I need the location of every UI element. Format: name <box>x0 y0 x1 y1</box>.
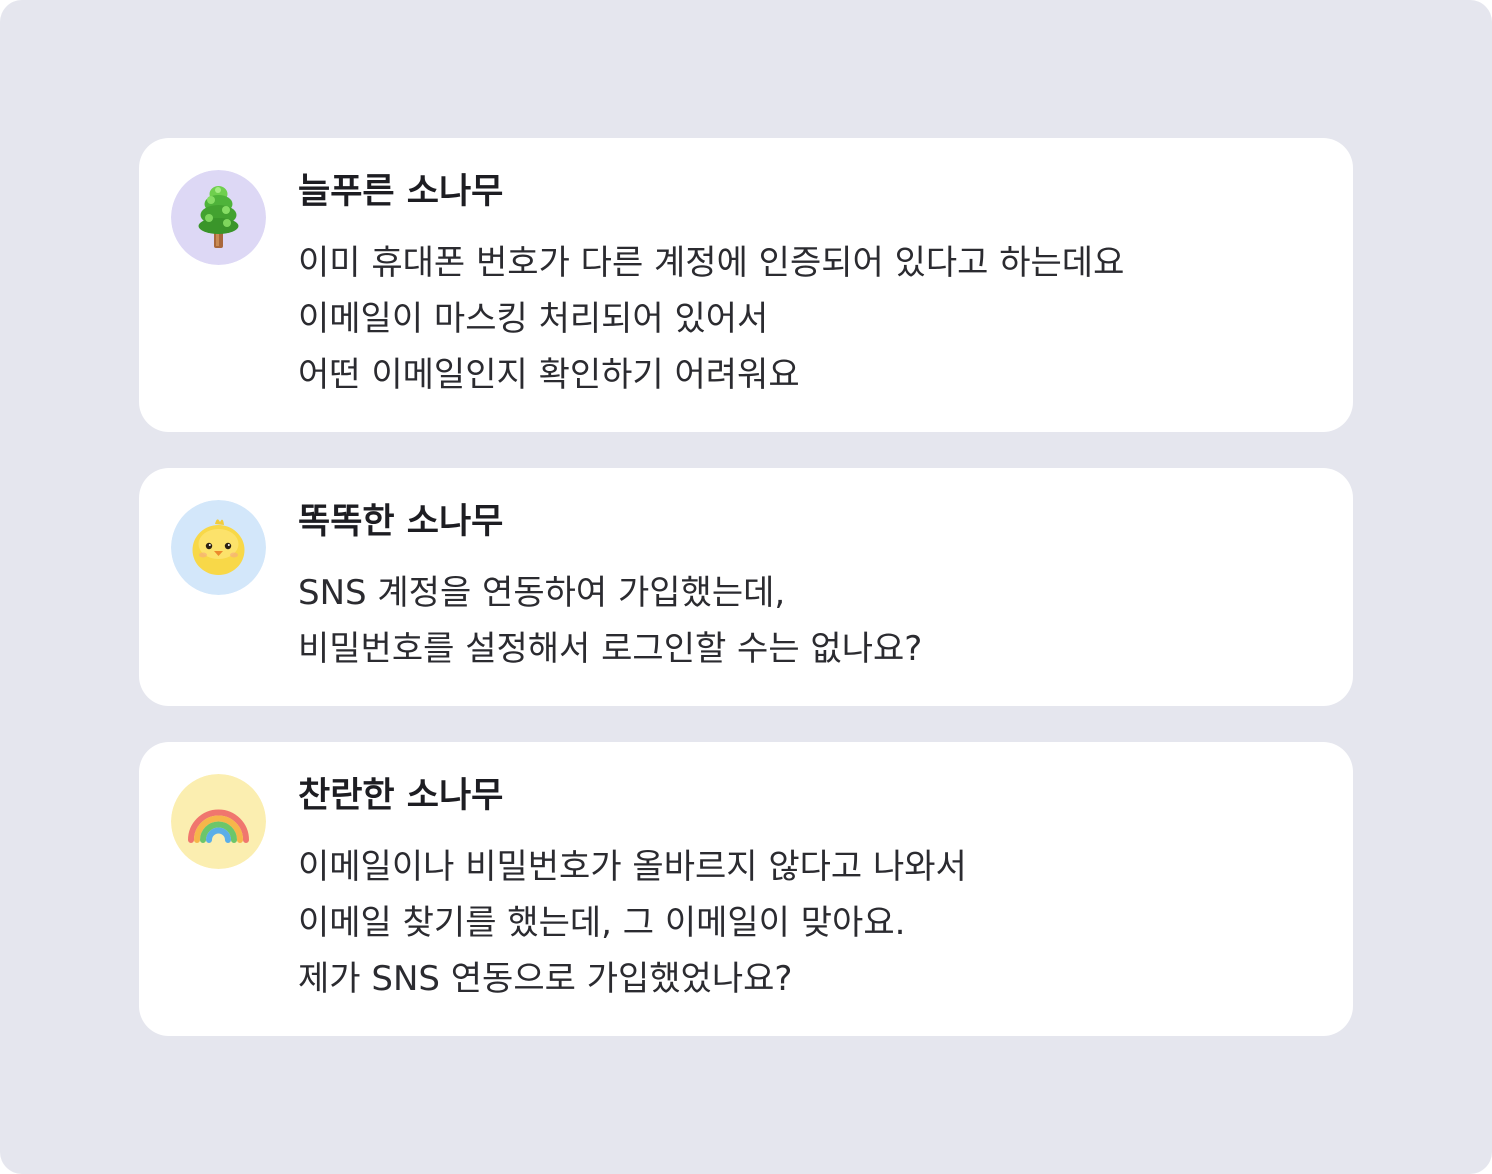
comment-list-panel: 늘푸른 소나무 이미 휴대폰 번호가 다른 계정에 인증되어 있다고 하는데요 … <box>0 0 1492 1174</box>
author-name: 늘푸른 소나무 <box>298 172 504 212</box>
comment-card: 늘푸른 소나무 이미 휴대폰 번호가 다른 계정에 인증되어 있다고 하는데요 … <box>139 138 1353 432</box>
comment-line: 이미 휴대폰 번호가 다른 계정에 인증되어 있다고 하는데요 <box>298 243 1125 283</box>
comment-card: 찬란한 소나무 이메일이나 비밀번호가 올바르지 않다고 나와서 이메일 찾기를… <box>139 742 1353 1036</box>
rainbow-icon <box>171 774 266 869</box>
comment-text: 이메일이나 비밀번호가 올바르지 않다고 나와서 이메일 찾기를 했는데, 그 … <box>298 839 967 1007</box>
comment-line: 제가 SNS 연동으로 가입했었나요? <box>298 959 793 999</box>
comment-line: 이메일이 마스킹 처리되어 있어서 <box>298 299 769 339</box>
author-name: 똑똑한 소나무 <box>298 502 504 542</box>
comment-card: 똑똑한 소나무 SNS 계정을 연동하여 가입했는데, 비밀번호를 설정해서 로… <box>139 468 1353 706</box>
author-name: 찬란한 소나무 <box>298 776 504 816</box>
pine-tree-icon <box>171 170 266 265</box>
comment-line: 어떤 이메일인지 확인하기 어려워요 <box>298 355 800 395</box>
avatar <box>171 500 266 595</box>
comment-line: 이메일 찾기를 했는데, 그 이메일이 맞아요. <box>298 903 906 943</box>
comment-text: SNS 계정을 연동하여 가입했는데, 비밀번호를 설정해서 로그인할 수는 없… <box>298 565 922 677</box>
comment-line: 이메일이나 비밀번호가 올바르지 않다고 나와서 <box>298 847 967 887</box>
comment-text: 이미 휴대폰 번호가 다른 계정에 인증되어 있다고 하는데요 이메일이 마스킹… <box>298 235 1124 403</box>
comment-line: 비밀번호를 설정해서 로그인할 수는 없나요? <box>298 629 923 669</box>
avatar <box>171 774 266 869</box>
comment-line: SNS 계정을 연동하여 가입했는데, <box>298 573 786 613</box>
avatar <box>171 170 266 265</box>
chick-icon <box>171 500 266 595</box>
